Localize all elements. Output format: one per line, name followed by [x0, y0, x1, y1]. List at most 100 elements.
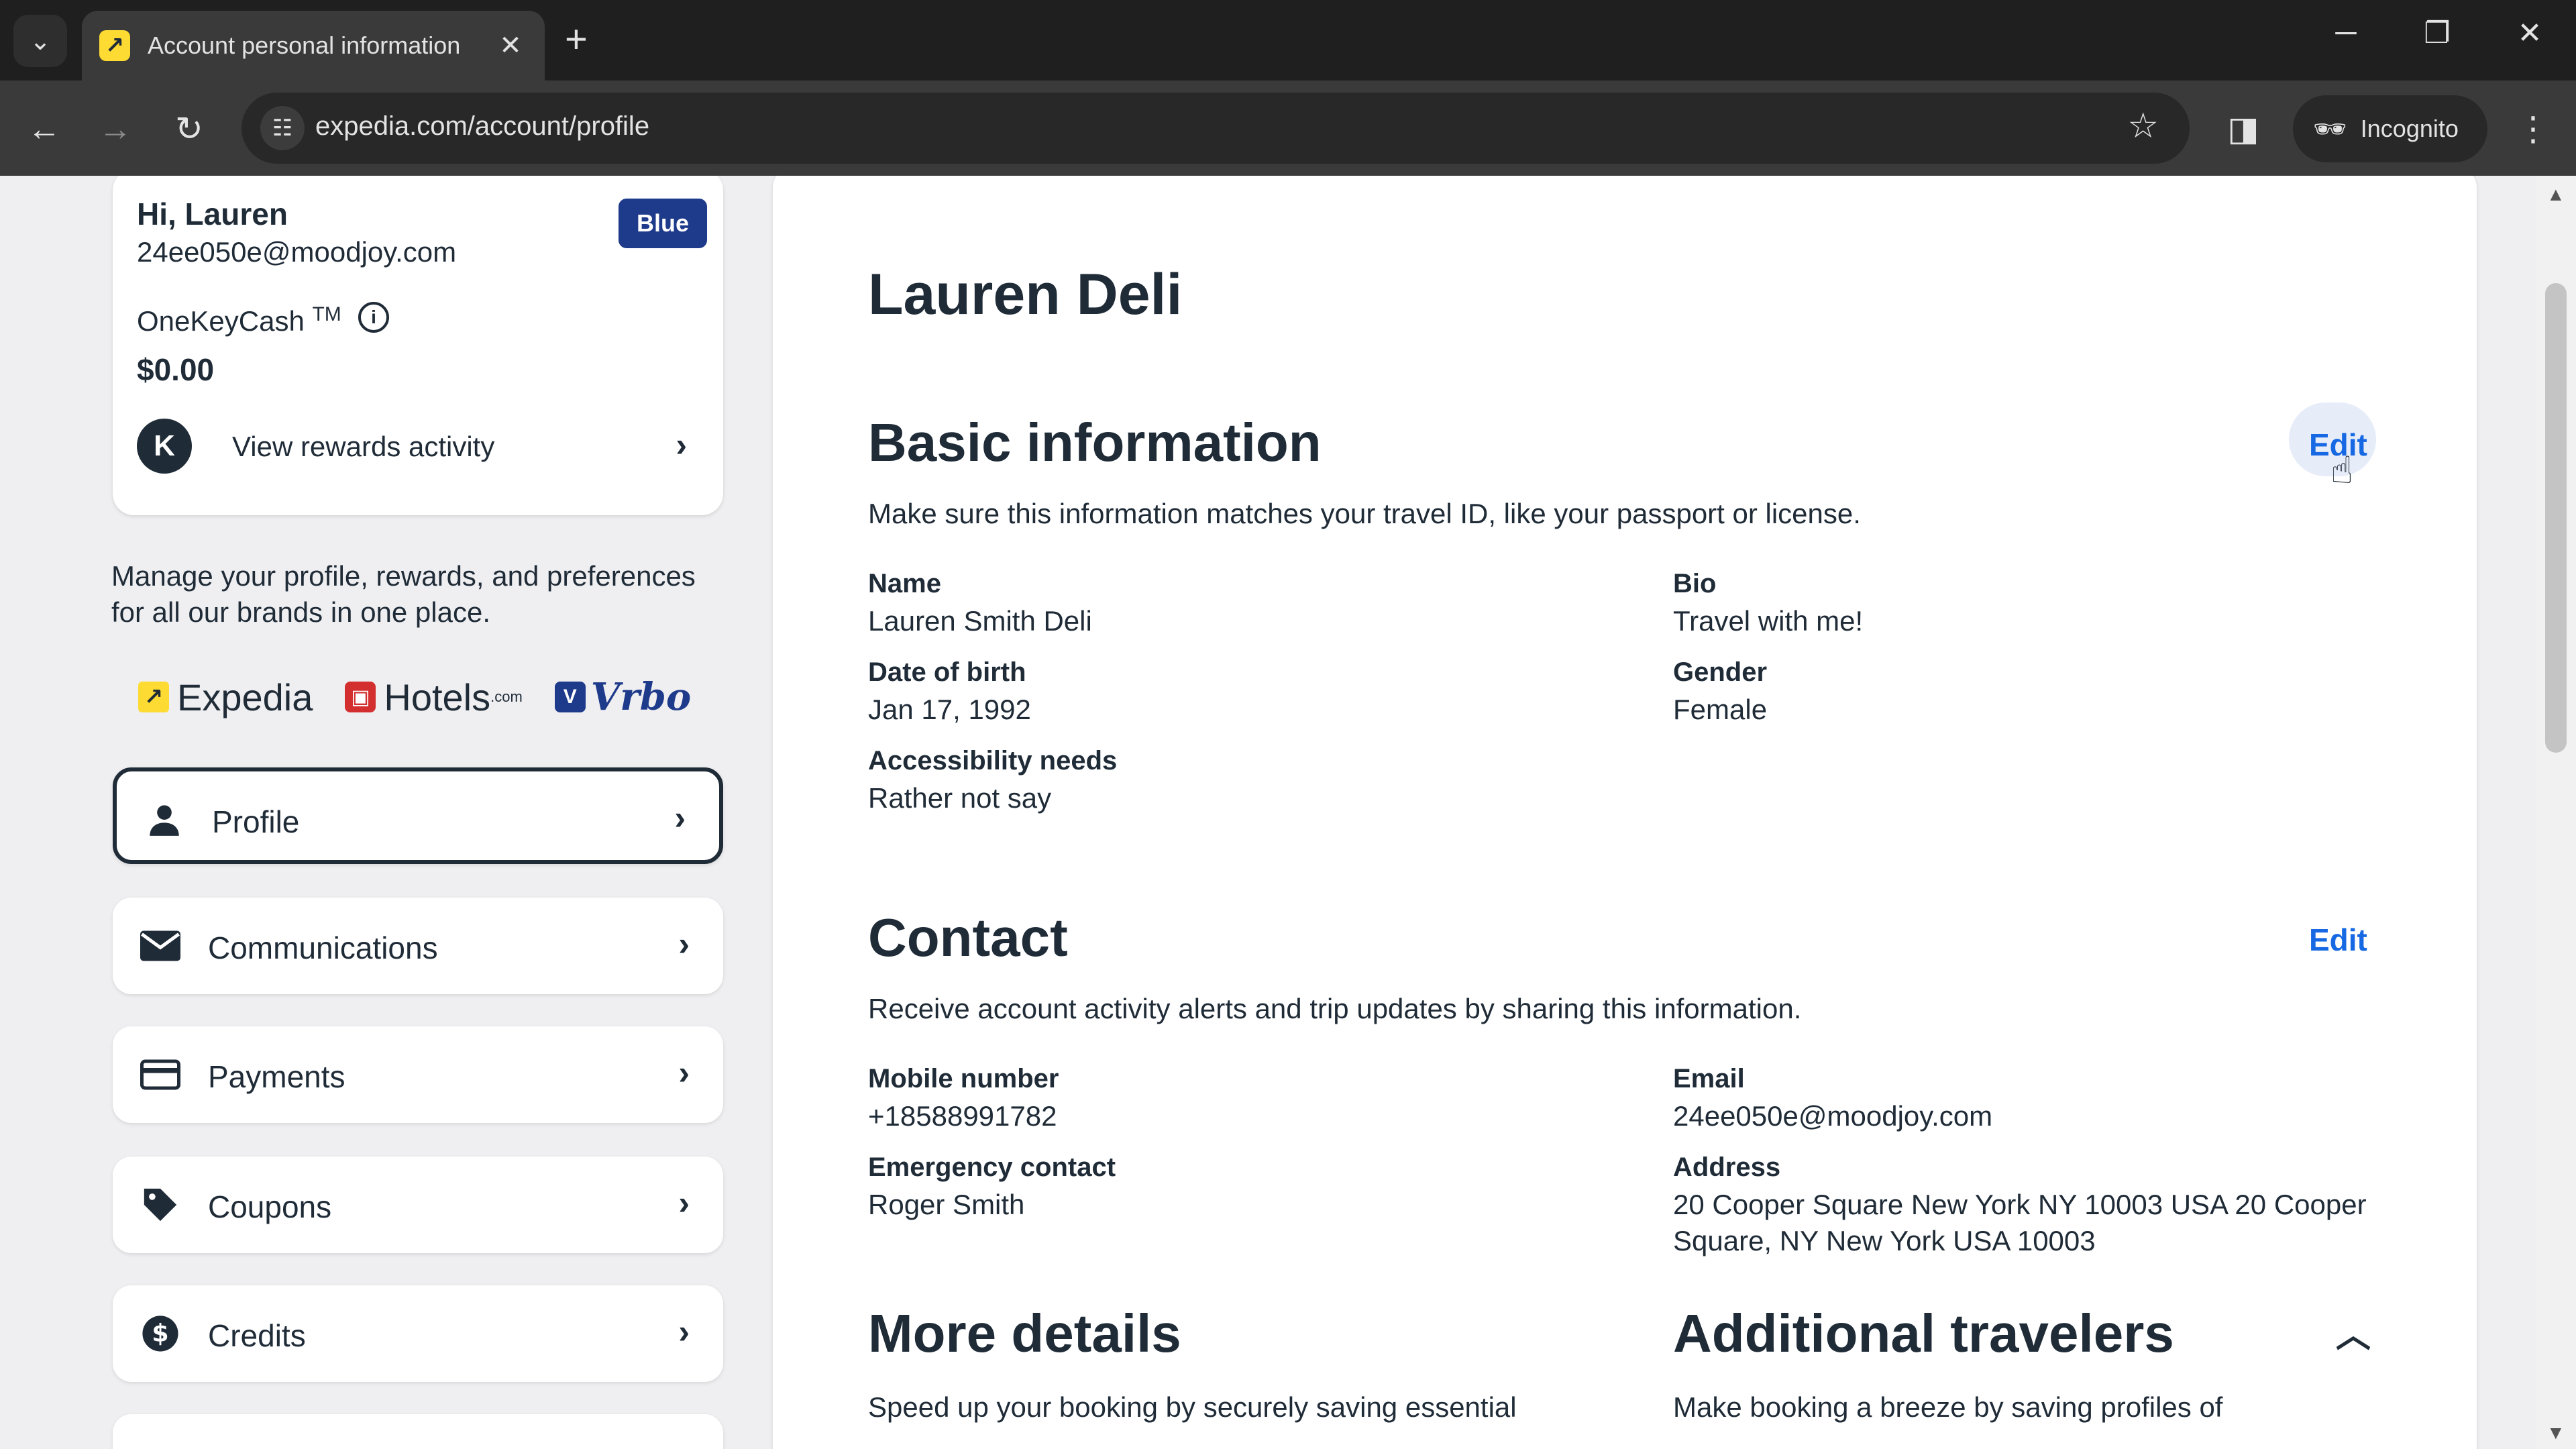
- mail-icon: [140, 927, 181, 965]
- user-email: 24ee050e@moodjoy.com: [137, 236, 457, 268]
- back-icon[interactable]: ←: [19, 103, 70, 154]
- svg-text:$: $: [152, 1319, 168, 1348]
- name-value: Lauren Smith Deli: [868, 605, 1092, 637]
- onekeycash-value: $0.00: [137, 352, 215, 387]
- chevron-right-icon: ›: [678, 1313, 690, 1350]
- minimize-icon[interactable]: ─: [2316, 16, 2376, 50]
- chevron-right-icon: ›: [678, 925, 690, 963]
- email-value: 24ee050e@moodjoy.com: [1673, 1100, 1993, 1132]
- scroll-up-arrow-icon[interactable]: ▲: [2546, 184, 2565, 205]
- incognito-label: Incognito: [2360, 115, 2459, 142]
- expedia-logo-icon: ↗: [138, 682, 169, 712]
- address-label: Address: [1673, 1152, 1781, 1182]
- profile-main-card: Lauren Deli Basic information Edit ☝ Mak…: [773, 176, 2477, 1449]
- gender-value: Female: [1673, 694, 1768, 725]
- additional-travelers-description: Make booking a breeze by saving profiles…: [1673, 1391, 2223, 1423]
- bio-value: Travel with me!: [1673, 605, 1864, 637]
- page-scrollbar[interactable]: ▲ ▼: [2536, 176, 2576, 1449]
- chevron-right-icon: ›: [678, 1054, 690, 1091]
- mobile-label: Mobile number: [868, 1064, 1059, 1093]
- tab-close-icon[interactable]: ✕: [494, 30, 527, 61]
- accessibility-value: Rather not say: [868, 782, 1052, 814]
- basic-info-heading: Basic information: [868, 413, 1322, 472]
- onekey-logo-icon: K: [137, 419, 192, 474]
- dob-value: Jan 17, 1992: [868, 694, 1031, 725]
- scroll-down-arrow-icon[interactable]: ▼: [2546, 1422, 2565, 1444]
- hotels-logo-icon: ▣: [345, 682, 376, 712]
- contact-heading: Contact: [868, 908, 1068, 967]
- sidebar-item-communications[interactable]: Communications ›: [113, 898, 723, 994]
- hotels-logo: ▣ Hotels .com: [345, 676, 523, 719]
- mobile-value: +18588991782: [868, 1100, 1057, 1132]
- incognito-icon: 🕶: [2313, 114, 2347, 144]
- basic-info-description: Make sure this information matches your …: [868, 498, 1861, 529]
- gender-label: Gender: [1673, 657, 1768, 687]
- rewards-link-label: View rewards activity: [232, 431, 495, 462]
- bookmark-star-icon[interactable]: ☆: [2127, 106, 2159, 146]
- contact-description: Receive account activity alerts and trip…: [868, 993, 1802, 1024]
- chevron-right-icon: ›: [676, 426, 687, 464]
- sidebar-item-label: Payments: [208, 1059, 345, 1094]
- tab-search-chevron-icon[interactable]: ⌄: [13, 15, 67, 67]
- emergency-contact-label: Emergency contact: [868, 1152, 1116, 1182]
- sidebar-item-label: Coupons: [208, 1189, 332, 1224]
- address-value-line2: Square, NY New York USA 10003: [1673, 1225, 2096, 1256]
- chevron-right-icon: ›: [678, 1184, 690, 1222]
- browser-menu-icon[interactable]: ⋮: [2508, 103, 2559, 154]
- info-icon[interactable]: i: [358, 302, 389, 333]
- profile-name-heading: Lauren Deli: [868, 262, 1183, 327]
- chevron-up-icon[interactable]: ︿: [2336, 1307, 2371, 1357]
- sidebar-item-payments[interactable]: Payments ›: [113, 1026, 723, 1123]
- card-icon: [140, 1056, 181, 1093]
- additional-travelers-heading: Additional travelers: [1673, 1303, 2174, 1363]
- bio-label: Bio: [1673, 569, 1717, 598]
- restore-icon[interactable]: ❐: [2407, 16, 2467, 50]
- more-details-description: Speed up your booking by securely saving…: [868, 1391, 1517, 1423]
- vrbo-logo: V Vrbo: [554, 675, 691, 719]
- sidebar-item-label: Communications: [208, 930, 438, 965]
- tag-icon: [140, 1186, 181, 1224]
- incognito-badge[interactable]: 🕶 Incognito: [2293, 95, 2487, 162]
- expedia-logo: ↗ Expedia: [138, 676, 313, 719]
- url-text[interactable]: expedia.com/account/profile: [315, 111, 649, 142]
- site-settings-icon[interactable]: ☷: [260, 106, 305, 150]
- vrbo-logo-icon: V: [554, 682, 586, 712]
- reload-icon[interactable]: ↻: [164, 103, 215, 154]
- user-summary-card: Hi, Lauren 24ee050e@moodjoy.com Blue One…: [113, 176, 723, 515]
- person-icon: [144, 801, 185, 839]
- user-greeting: Hi, Lauren: [137, 197, 288, 231]
- email-label: Email: [1673, 1064, 1745, 1093]
- address-bar[interactable]: ☷ expedia.com/account/profile ☆: [241, 93, 2190, 164]
- sidebar-item-coupons[interactable]: Coupons ›: [113, 1157, 723, 1253]
- new-tab-icon[interactable]: +: [565, 17, 588, 62]
- expedia-favicon-icon: ↗: [99, 30, 130, 61]
- sidebar-item-label: Profile: [212, 804, 300, 839]
- browser-tabstrip: ⌄ ↗ Account personal information ✕ + ─ ❐…: [0, 0, 2576, 80]
- sidebar-item-credits[interactable]: $ Credits ›: [113, 1285, 723, 1382]
- browser-tab[interactable]: ↗ Account personal information ✕: [82, 11, 545, 80]
- mouse-cursor-icon: ☝: [2330, 449, 2354, 491]
- chevron-right-icon: ›: [674, 799, 686, 837]
- brand-logos: ↗ Expedia ▣ Hotels .com V Vrbo: [138, 674, 723, 720]
- page-content: Hi, Lauren 24ee050e@moodjoy.com Blue One…: [0, 176, 2576, 1449]
- onekeycash-label: OneKeyCash TM: [137, 303, 341, 337]
- view-rewards-link[interactable]: K View rewards activity ›: [137, 416, 707, 476]
- tab-title: Account personal information: [148, 32, 461, 59]
- scrollbar-thumb[interactable]: [2545, 283, 2567, 753]
- forward-icon[interactable]: →: [90, 103, 141, 154]
- browser-toolbar: ← → ↻ ☷ expedia.com/account/profile ☆ ◨ …: [0, 80, 2576, 176]
- contact-edit-button[interactable]: Edit: [2309, 922, 2367, 958]
- sidebar-item-label: Credits: [208, 1318, 306, 1353]
- name-label: Name: [868, 569, 941, 598]
- window-close-icon[interactable]: ✕: [2500, 16, 2560, 50]
- manage-description: Manage your profile, rewards, and prefer…: [111, 560, 696, 628]
- accessibility-label: Accessibility needs: [868, 746, 1118, 775]
- dob-label: Date of birth: [868, 657, 1026, 687]
- address-value-line1: 20 Cooper Square New York NY 10003 USA 2…: [1673, 1189, 2367, 1220]
- dollar-icon: $: [140, 1315, 181, 1352]
- sidebar-item-next[interactable]: [113, 1414, 723, 1449]
- tier-badge: Blue: [619, 199, 707, 248]
- side-panel-icon[interactable]: ◨: [2218, 103, 2269, 154]
- more-details-heading: More details: [868, 1303, 1181, 1363]
- sidebar-item-profile[interactable]: Profile ›: [113, 767, 723, 864]
